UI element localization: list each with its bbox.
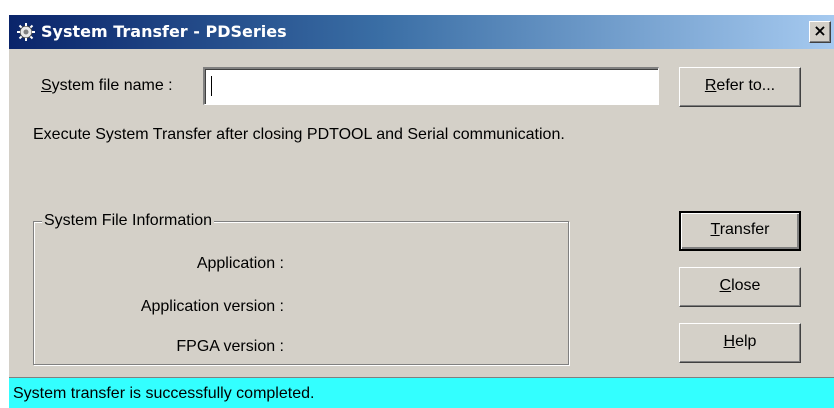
refer-to-button[interactable]: Refer to...	[679, 67, 801, 107]
status-bar: System transfer is successfully complete…	[9, 377, 834, 408]
app-icon	[17, 23, 35, 41]
label-mnemonic: S	[41, 77, 52, 94]
system-transfer-dialog: System Transfer - PDSeries × System file…	[8, 14, 834, 408]
refer-rest: efer to...	[716, 77, 776, 94]
fpga-version-label: FPGA version :	[176, 338, 284, 355]
window-title: System Transfer - PDSeries	[41, 22, 287, 41]
status-message: System transfer is successfully complete…	[13, 385, 315, 402]
help-button[interactable]: Help	[679, 323, 801, 363]
instruction-text: Execute System Transfer after closing PD…	[33, 126, 565, 143]
application-version-label: Application version :	[140, 298, 284, 315]
transfer-mnemonic: T	[710, 221, 720, 238]
group-legend: System File Information	[42, 211, 215, 231]
system-file-information-group: System File Information Application : Ap…	[33, 211, 569, 365]
transfer-button[interactable]: Transfer	[679, 211, 801, 251]
close-button[interactable]: Close	[679, 267, 801, 307]
refer-mnemonic: R	[704, 77, 717, 94]
title-bar[interactable]: System Transfer - PDSeries ×	[9, 15, 834, 49]
system-file-name-label: System file name :	[41, 76, 173, 96]
application-label: Application :	[196, 255, 284, 272]
help-rest: elp	[735, 333, 757, 350]
close-mnemonic: C	[719, 277, 732, 294]
transfer-rest: ransfer	[719, 221, 770, 238]
close-icon[interactable]: ×	[809, 21, 831, 43]
help-mnemonic: H	[723, 333, 736, 350]
text-caret	[211, 76, 212, 96]
close-rest: lose	[731, 277, 761, 294]
system-file-name-input[interactable]	[203, 67, 659, 105]
label-rest: ystem file name :	[51, 77, 173, 94]
